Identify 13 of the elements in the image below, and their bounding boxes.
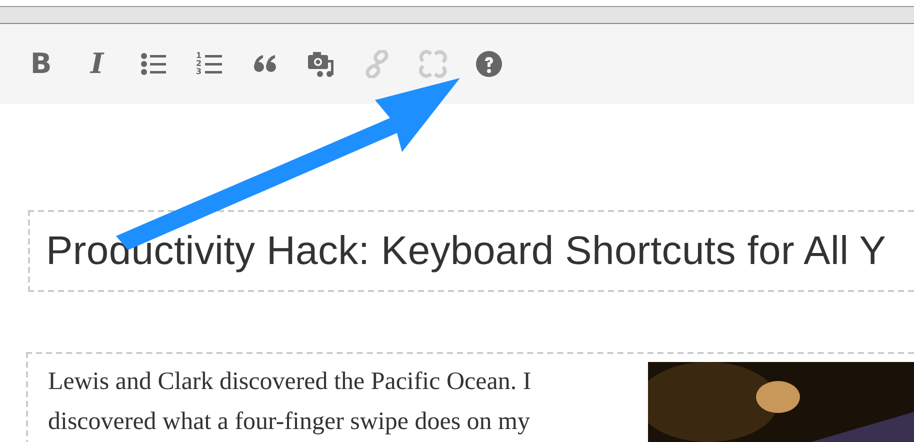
title-text: Productivity Hack: Keyboard Shortcuts for All Y xyxy=(46,228,886,275)
link-icon xyxy=(363,50,391,78)
help-icon xyxy=(475,50,503,78)
content-editor[interactable]: Lewis and Clark discovered the Pacific Ocean. I discovered what a four-finger swipe does on my xyxy=(26,352,914,442)
bullet-list-icon xyxy=(139,50,167,78)
bold-button[interactable]: B xyxy=(26,49,56,79)
unlink-icon xyxy=(419,50,447,78)
numbered-list-button[interactable]: 1 2 3 xyxy=(194,49,224,79)
italic-button[interactable]: I xyxy=(82,49,112,79)
camera-music-icon xyxy=(307,50,335,78)
help-button[interactable] xyxy=(474,49,504,79)
media-button[interactable] xyxy=(306,49,336,79)
paragraph: Lewis and Clark discovered the Pacific Ocean. I discovered what a four-finger swipe does on my xyxy=(48,367,532,437)
